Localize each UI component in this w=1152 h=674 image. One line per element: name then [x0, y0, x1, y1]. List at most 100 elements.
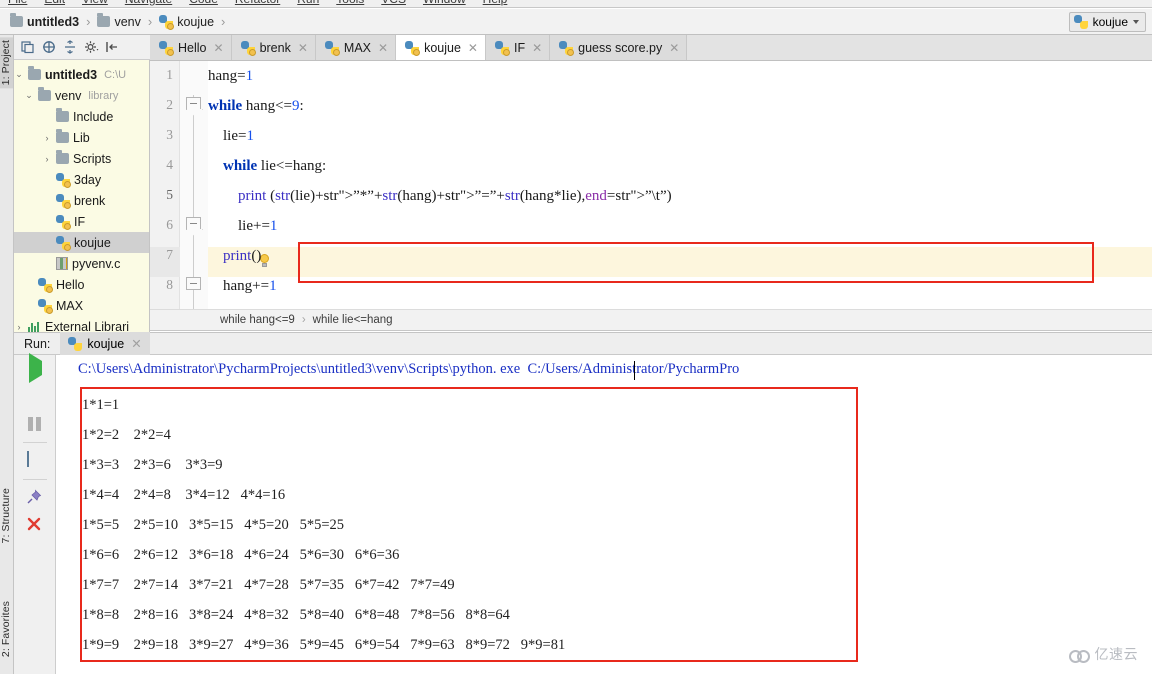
tree-item-scripts[interactable]: › Scripts: [14, 148, 149, 169]
folder-icon: [56, 108, 69, 122]
editor-breadcrumb-separator-icon: ›: [301, 314, 306, 326]
editor-tab-max[interactable]: MAX ✕: [315, 35, 397, 60]
breadcrumb-file-label: koujue: [177, 14, 215, 29]
folder-icon: [56, 150, 69, 164]
chevron-right-icon[interactable]: ›: [14, 322, 24, 332]
close-icon[interactable]: ✕: [468, 41, 478, 55]
menu-item-navigate[interactable]: Navigate: [125, 0, 172, 6]
tree-item-max[interactable]: MAX: [14, 295, 149, 316]
pause-icon[interactable]: [26, 415, 44, 433]
code-line: while hang<=9:: [208, 98, 304, 114]
editor-tab-brenk[interactable]: brenk ✕: [231, 35, 316, 60]
code-line: hang+=1: [208, 278, 277, 294]
menu-item-vcs[interactable]: VCS: [381, 0, 406, 6]
close-icon[interactable]: ✕: [378, 41, 388, 55]
menu-item-help[interactable]: Help: [483, 0, 508, 6]
console-output-line: 1*5=5 2*5=10 3*5=15 4*5=20 5*5=25: [82, 517, 345, 533]
pin-icon[interactable]: [26, 489, 44, 507]
python-file-icon: [56, 193, 71, 209]
code-editor[interactable]: 1 2 3 4 5 6 7 8 hang=1 while hang<=9: lie=1 whil…: [150, 61, 1152, 309]
python-file-icon: [56, 235, 71, 251]
select-opened-file-icon[interactable]: [21, 40, 35, 54]
menu-item-edit[interactable]: Edit: [44, 0, 65, 6]
python-file-icon: [240, 40, 256, 56]
folder-icon: [10, 13, 23, 27]
fold-marker-while-hang[interactable]: [186, 97, 201, 110]
chevron-down-icon[interactable]: ⌄: [24, 90, 34, 101]
editor-tab-guess-score-py[interactable]: guess score.py ✕: [550, 35, 688, 60]
tree-item-venv[interactable]: ⌄ venv library: [14, 85, 149, 106]
close-icon[interactable]: ✕: [214, 41, 224, 55]
sidebar-item-project[interactable]: 1: Project: [0, 37, 13, 89]
breadcrumb-separator-icon: ›: [221, 14, 226, 29]
expand-all-icon[interactable]: [63, 40, 77, 54]
editor-breadcrumb-inner[interactable]: while lie<=hang: [313, 314, 393, 326]
tree-item-hello[interactable]: Hello: [14, 274, 149, 295]
close-icon[interactable]: ✕: [669, 41, 679, 55]
library-icon: [28, 321, 41, 332]
layout-settings-icon[interactable]: [26, 451, 44, 470]
line-number: 3: [166, 127, 173, 142]
tree-item-3day[interactable]: 3day: [14, 169, 149, 190]
folder-icon: [56, 129, 69, 143]
python-file-icon: [494, 40, 510, 56]
menu-item-code[interactable]: Code: [189, 0, 218, 6]
sidebar-item-favorites[interactable]: 2: Favorites: [0, 598, 13, 660]
console-output-line: 1*7=7 2*7=14 3*7=21 4*7=28 5*7=35 6*7=42…: [82, 577, 455, 593]
text-caret: [634, 361, 635, 380]
run-icon[interactable]: [26, 353, 44, 383]
menu-item-view[interactable]: View: [82, 0, 108, 6]
breadcrumb-item-venv[interactable]: venv: [94, 13, 143, 30]
hide-panel-icon[interactable]: [105, 40, 119, 54]
sidebar-item-structure[interactable]: 7: Structure: [0, 485, 13, 546]
tree-item-lib[interactable]: › Lib: [14, 127, 149, 148]
tree-item-brenk[interactable]: brenk: [14, 190, 149, 211]
fold-marker-while-lie[interactable]: [186, 217, 201, 230]
menu-item-run[interactable]: Run: [297, 0, 319, 6]
close-icon[interactable]: ✕: [298, 41, 308, 55]
tree-item-untitled3[interactable]: ⌄ untitled3 C:\U: [14, 64, 149, 85]
chevron-right-icon[interactable]: ›: [42, 154, 52, 164]
close-icon[interactable]: [26, 516, 44, 534]
code-text[interactable]: hang=1 while hang<=9: lie=1 while lie<=ha…: [208, 61, 1152, 309]
menu-item-refactor[interactable]: Refactor: [235, 0, 280, 6]
breadcrumb: untitled3 › venv › koujue ›: [0, 13, 227, 30]
editor-tab-label: brenk: [259, 40, 291, 55]
editor-tab-hello[interactable]: Hello ✕: [150, 35, 232, 60]
run-tab-koujue[interactable]: koujue ✕: [60, 332, 150, 355]
tree-item-include[interactable]: Include: [14, 106, 149, 127]
fold-marker-inner-end[interactable]: [186, 277, 201, 290]
line-number: 4: [166, 157, 173, 172]
chevron-right-icon[interactable]: ›: [42, 133, 52, 143]
close-icon[interactable]: ✕: [532, 41, 542, 55]
watermark-logo-icon: [1068, 648, 1091, 663]
tree-item-label: 3day: [74, 172, 102, 187]
editor-tab-if[interactable]: IF ✕: [485, 35, 551, 60]
close-icon[interactable]: ✕: [131, 336, 141, 351]
stop-icon[interactable]: [26, 388, 44, 406]
tree-item-if[interactable]: IF: [14, 211, 149, 232]
editor-tab-label: Hello: [178, 40, 207, 55]
tree-item-koujue[interactable]: koujue: [14, 232, 149, 253]
code-folding-column: [180, 61, 269, 309]
editor-breadcrumb-outer[interactable]: while hang<=9: [220, 314, 295, 326]
tree-item-external-librari[interactable]: › External Librari: [14, 316, 149, 332]
breadcrumb-item-file[interactable]: koujue: [156, 14, 217, 30]
menu-item-file[interactable]: File: [8, 0, 27, 6]
editor-tab-koujue[interactable]: koujue ✕: [396, 35, 486, 60]
tree-item-label: Include: [73, 109, 114, 124]
folder-icon: [28, 66, 41, 80]
menu-item-tools[interactable]: Tools: [336, 0, 364, 6]
breadcrumb-project-label: untitled3: [27, 14, 80, 29]
project-tree: ⌄ untitled3 C:\U ⌄ venv library Include › Lib › Sc…: [14, 60, 149, 332]
breadcrumb-item-project[interactable]: untitled3: [7, 13, 82, 30]
chevron-down-icon[interactable]: ⌄: [14, 69, 24, 80]
menu-item-window[interactable]: Window: [423, 0, 466, 6]
run-configuration-selector[interactable]: koujue: [1068, 12, 1146, 32]
settings-gear-icon[interactable]: [84, 40, 99, 54]
collapse-all-icon[interactable]: [42, 40, 56, 54]
run-console[interactable]: C:\Users\Administrator\PycharmProjects\u…: [56, 355, 1152, 674]
breadcrumb-venv-label: venv: [114, 14, 141, 29]
tree-item-pyvenv-c[interactable]: pyvenv.c: [14, 253, 149, 274]
code-line: print (str(lie)+str">”*”+str(hang)+str">…: [238, 188, 672, 204]
